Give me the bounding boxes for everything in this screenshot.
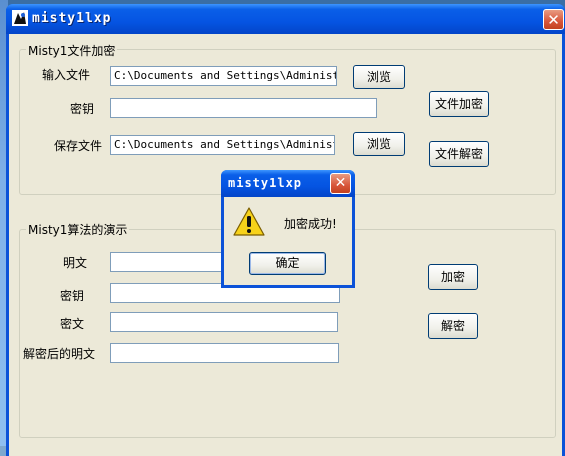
message-box-title: misty1lxp [228,176,303,190]
ok-button[interactable]: 确定 [249,252,326,275]
warning-icon [233,206,265,238]
save-file-label: 保存文件 [54,139,103,153]
decrypted-text-field[interactable] [110,343,339,363]
plaintext-label: 明文 [63,256,88,270]
file-encrypt-group-label: Misty1文件加密 [26,42,118,59]
demo-key-label: 密钥 [60,289,85,303]
ciphertext-label: 密文 [60,317,85,331]
demo-group-label: Misty1算法的演示 [26,221,130,238]
input-file-label: 输入文件 [42,68,91,82]
message-box-close-button[interactable]: ✕ [330,173,351,194]
decrypt-button[interactable]: 解密 [428,313,478,339]
input-file-field[interactable]: C:\Documents and Settings\Administrat [110,66,337,86]
file-key-field[interactable] [110,98,377,118]
encrypt-file-button[interactable]: 文件加密 [429,91,489,117]
message-text: 加密成功! [284,217,337,231]
browse-input-button[interactable]: 浏览 [353,65,405,89]
app-icon [12,10,28,26]
ciphertext-field[interactable] [110,312,338,332]
decrypted-text-label: 解密后的明文 [23,347,96,361]
window-close-button[interactable]: ✕ [543,9,564,30]
decrypt-file-button[interactable]: 文件解密 [429,141,489,167]
save-file-field[interactable]: C:\Documents and Settings\Administra [110,135,335,155]
encrypt-button[interactable]: 加密 [428,264,478,290]
window-title: misty1lxp [32,11,112,26]
file-key-label: 密钥 [70,102,95,116]
browse-save-button[interactable]: 浏览 [353,132,405,156]
